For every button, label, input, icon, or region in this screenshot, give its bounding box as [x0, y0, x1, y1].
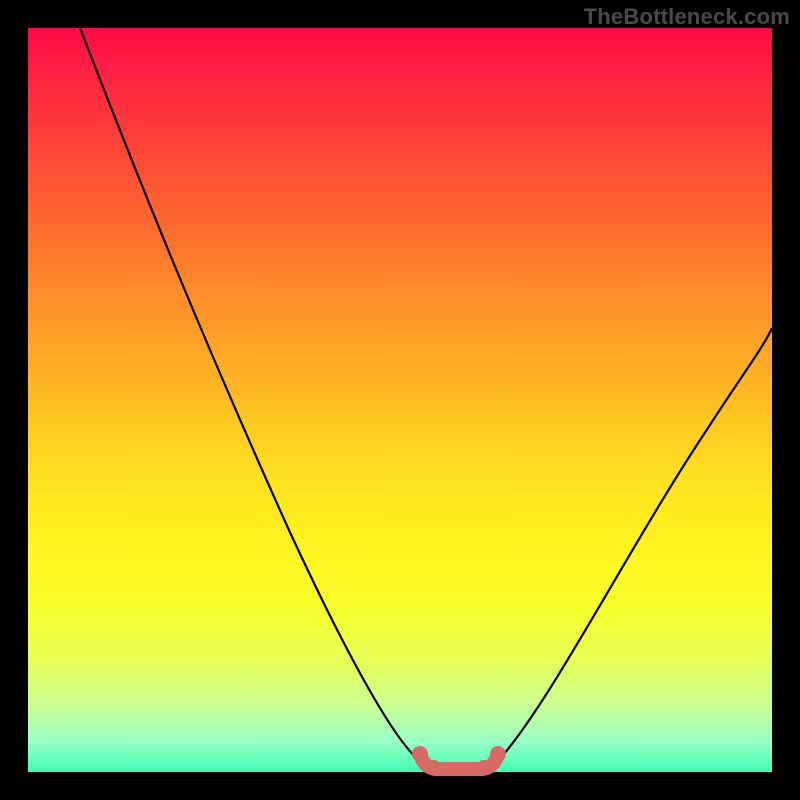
valley-marker-dot [427, 760, 441, 774]
valley-marker-dot [477, 760, 491, 774]
outer-frame: TheBottleneck.com [0, 0, 800, 800]
valley-marker-dot [443, 762, 457, 776]
valley-marker-dot [461, 762, 475, 776]
valley-marker-dot [490, 746, 506, 762]
plot-area [28, 28, 772, 772]
watermark-text: TheBottleneck.com [584, 4, 790, 30]
left-branch-curve [80, 28, 423, 763]
right-branch-curve [496, 328, 772, 763]
chart-svg [28, 28, 772, 772]
valley-marker-dot [412, 746, 428, 762]
